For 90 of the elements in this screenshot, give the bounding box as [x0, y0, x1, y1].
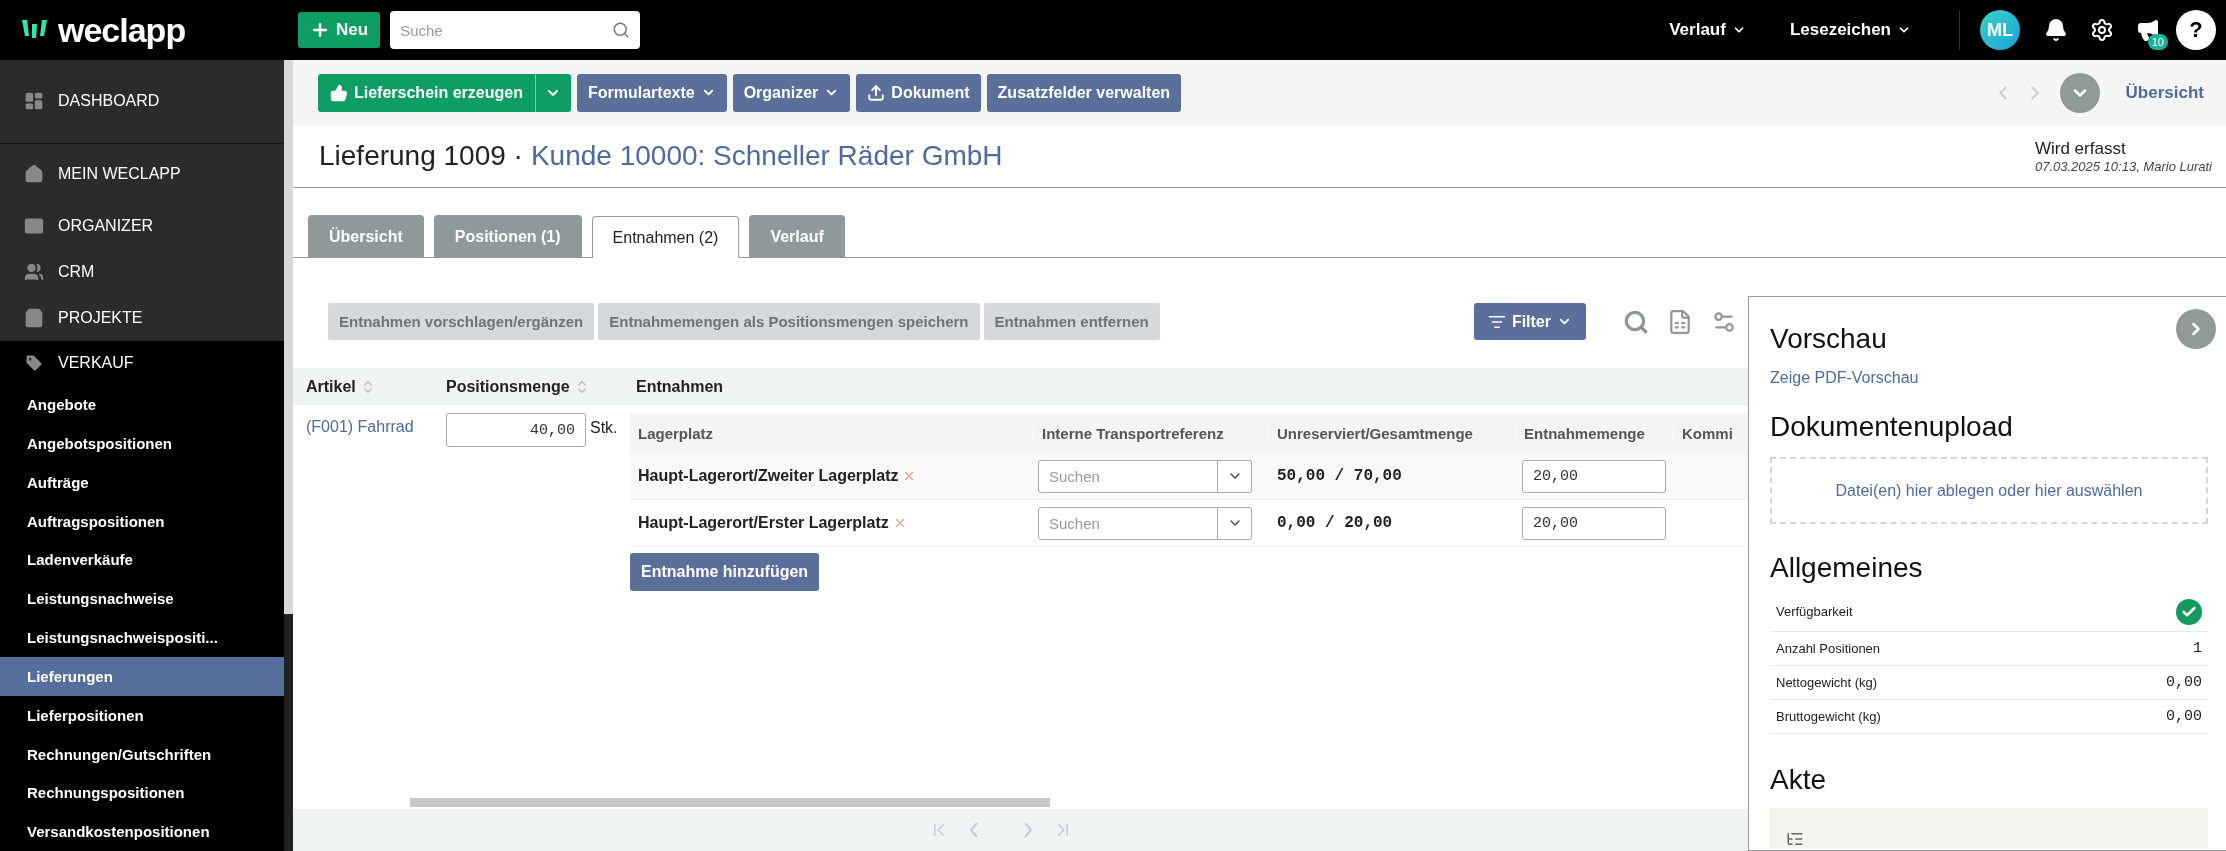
sidebar-module[interactable]: MEIN WECLAPP: [0, 143, 284, 204]
module-icon: [24, 91, 44, 112]
property-value: 0,00: [2166, 708, 2202, 725]
filter-button[interactable]: Filter: [1473, 303, 1586, 340]
tag-icon: [24, 352, 44, 373]
bell-icon: [2044, 18, 2068, 42]
sidebar-item[interactable]: Angebotspositionen: [0, 423, 284, 463]
sidebar-item[interactable]: Aufträge: [0, 462, 284, 502]
count-badge: 10: [2147, 34, 2168, 50]
spreadsheet-icon: [1667, 308, 1693, 335]
sidebar-module[interactable]: CRM: [0, 249, 284, 295]
sidebar-module[interactable]: DASHBOARD: [0, 60, 284, 144]
unit-text: Stk.: [590, 418, 618, 437]
sidebar-item[interactable]: Rechnungspositionen: [0, 773, 284, 813]
column-header: Unreserviert/Gesamtmenge: [1277, 424, 1473, 442]
property-value: 0,00: [2166, 674, 2202, 691]
sidebar-item[interactable]: Leistungsnachweise: [0, 579, 284, 619]
sidebar-module[interactable]: VERKAUF: [0, 340, 284, 386]
toolbar-button[interactable]: Dokument: [856, 73, 981, 112]
sidebar-item[interactable]: Lieferpositionen: [0, 695, 284, 735]
thumbs-up-icon: [330, 83, 348, 102]
section-heading: Akte: [1770, 764, 1827, 796]
property-label: Nettogewicht (kg): [1776, 675, 1878, 690]
dropdown-toggle[interactable]: [1218, 459, 1252, 493]
transport-reference-input[interactable]: Suchen: [1038, 459, 1218, 493]
list-icon: [1786, 830, 1804, 848]
tab[interactable]: Entnahmen (2): [591, 216, 740, 258]
collapse-button[interactable]: [2176, 309, 2216, 349]
chevron-right-icon: [1022, 822, 1033, 838]
top-menu[interactable]: Lesezeichen: [1783, 19, 1917, 41]
column-header: Interne Transportreferenz: [1042, 424, 1224, 442]
sidebar-item[interactable]: Lieferungen: [0, 656, 284, 696]
column-header: Artikel: [306, 377, 356, 396]
overview-link[interactable]: Übersicht: [2125, 82, 2204, 103]
upload-icon: [867, 83, 886, 102]
sidebar-item[interactable]: Versandkostenpositionen: [0, 812, 284, 851]
top-menu[interactable]: Verlauf: [1663, 19, 1752, 41]
storage-location: Haupt-Lagerort/Erster Lagerplatz: [638, 514, 889, 532]
article-link[interactable]: (F001) Fahrrad: [293, 413, 433, 441]
logo-text: weclapp: [58, 10, 186, 50]
search-field[interactable]: Suche: [390, 11, 641, 49]
settings-icon: [2090, 18, 2114, 42]
sidebar-module[interactable]: ORGANIZER: [0, 203, 284, 250]
dropdown-toggle[interactable]: [1218, 506, 1252, 540]
module-icon: [24, 262, 44, 283]
chevron-left-icon: [968, 822, 979, 838]
stock-quantity: 0,00 / 20,00: [1276, 514, 1394, 532]
column-header: Kommi: [1682, 424, 1733, 442]
sidebar-item[interactable]: Ladenverkäufe: [0, 540, 284, 580]
file-dropzone[interactable]: Datei(en) hier ablegen oder hier auswählen: [1770, 457, 2208, 524]
column-header: Entnahmemenge: [1524, 424, 1645, 442]
scrollbar-thumb[interactable]: [410, 797, 1050, 807]
column-header: Positionsmenge: [446, 377, 570, 396]
status-meta: 07.03.2025 10:13, Mario Lurati: [2034, 158, 2212, 174]
sidebar-item[interactable]: Rechnungen/Gutschriften: [0, 734, 284, 774]
search-icon: [1623, 308, 1649, 335]
stock-quantity: 50,00 / 70,00: [1276, 467, 1403, 485]
plus-icon: [310, 20, 330, 40]
module-icon: [24, 163, 44, 184]
property-label: Bruttogewicht (kg): [1776, 709, 1881, 724]
help-button[interactable]: ?: [2176, 10, 2216, 50]
property-label: Anzahl Positionen: [1776, 641, 1881, 656]
status-text: Wird erfasst: [2034, 138, 2127, 159]
property-label: Verfügbarkeit: [1776, 604, 1853, 619]
sidebar-item[interactable]: Auftragspositionen: [0, 501, 284, 541]
add-withdrawal-button[interactable]: Entnahme hinzufügen: [630, 553, 820, 591]
pdf-preview-link[interactable]: Zeige PDF-Vorschau: [1770, 369, 2208, 387]
withdrawal-amount-input[interactable]: 20,00: [1522, 459, 1666, 493]
column-header: Entnahmen: [636, 377, 724, 396]
toolbar-button[interactable]: Formulartexte: [576, 73, 727, 112]
toolbar-button[interactable]: Organizer: [732, 73, 851, 112]
section-heading: Dokumentenupload: [1770, 411, 2013, 443]
module-icon: [24, 307, 44, 328]
quantity-input[interactable]: 40,00: [446, 413, 586, 447]
property-value: 1: [2193, 640, 2202, 657]
search-icon: [612, 21, 631, 39]
sidebar-module[interactable]: PROJEKTE: [0, 294, 284, 341]
section-heading: Allgemeines: [1770, 552, 1923, 584]
transport-reference-input[interactable]: Suchen: [1038, 506, 1218, 540]
sidebar-item[interactable]: Leistungsnachweispositi...: [0, 618, 284, 657]
column-header: Lagerplatz: [638, 424, 713, 442]
customer-link[interactable]: Kunde 10000: Schneller Räder GmbH: [530, 140, 1003, 172]
expand-button[interactable]: [2059, 72, 2100, 113]
page-title: Lieferung 1009 ·: [319, 140, 523, 172]
sidebar-item[interactable]: Angebote: [0, 385, 284, 424]
toolbar-button[interactable]: Zusatzfelder verwalten: [986, 73, 1182, 112]
storage-location: Haupt-Lagerort/Zweiter Lagerplatz: [638, 467, 899, 485]
module-icon: [24, 216, 44, 237]
section-heading: Vorschau: [1770, 323, 1887, 355]
withdrawal-amount-input[interactable]: 20,00: [1522, 506, 1666, 540]
